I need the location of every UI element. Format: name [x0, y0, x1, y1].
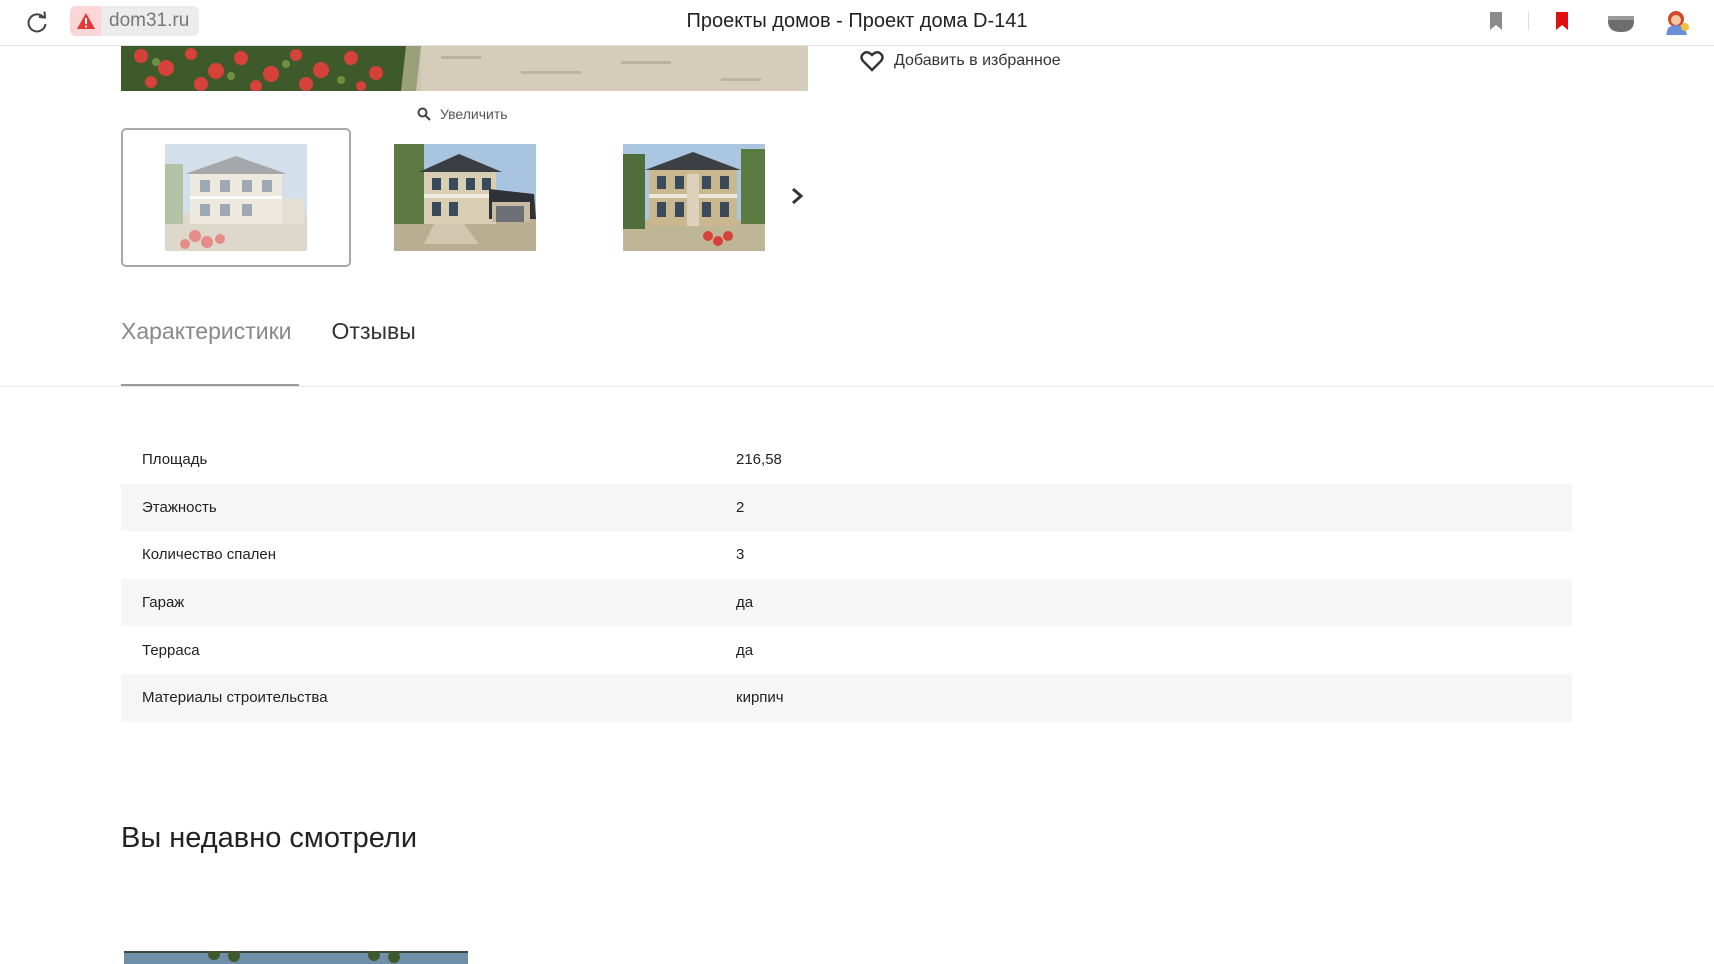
zoom-label: Увеличить [440, 106, 508, 122]
table-row: Количество спален 3 [121, 531, 1572, 579]
tab-characteristics[interactable]: Характеристики [121, 318, 292, 357]
bookmark-red-icon[interactable] [1555, 11, 1569, 36]
recently-viewed-heading: Вы недавно смотрели [121, 822, 418, 854]
bookmark-icon[interactable] [1489, 11, 1503, 36]
extension-icon[interactable] [1607, 15, 1635, 38]
spec-name: Площадь [142, 451, 208, 469]
table-row: Площадь 216,58 [121, 436, 1572, 484]
spec-name: Этажность [142, 498, 217, 516]
table-row: Этажность 2 [121, 483, 1572, 532]
thumbnail-3[interactable] [579, 128, 809, 267]
page-title: Проекты домов - Проект дома D-141 [686, 10, 1028, 32]
spec-value: 3 [736, 546, 745, 564]
spec-name: Количество спален [142, 546, 277, 564]
specs-table: Площадь 216,58 Этажность 2 Количество сп… [121, 436, 1572, 722]
recent-item-image[interactable] [124, 951, 468, 964]
spec-value: 2 [736, 498, 745, 516]
main-product-image[interactable] [121, 46, 808, 91]
spec-value: да [736, 641, 754, 659]
search-icon [417, 107, 431, 121]
spec-name: Материалы строительства [142, 689, 328, 707]
table-row: Гараж да [121, 578, 1572, 627]
avatar-icon[interactable] [1663, 8, 1691, 41]
heart-icon [860, 51, 884, 72]
thumbnail-2[interactable] [350, 128, 580, 267]
spec-value: да [736, 594, 754, 612]
thumbnail-1[interactable] [121, 128, 351, 267]
spec-value: кирпич [736, 689, 784, 707]
spec-name: Гараж [142, 594, 185, 612]
table-row: Терраса да [121, 626, 1572, 674]
add-to-favorites-button[interactable]: Добавить в избранное [860, 50, 1061, 72]
browser-toolbar: dom31.ru Проекты домов - Проект дома D-1… [0, 0, 1714, 46]
table-row: Материалы строительства кирпич [121, 673, 1572, 722]
favorite-label: Добавить в избранное [894, 52, 1061, 69]
tab-reviews[interactable]: Отзывы [332, 318, 416, 357]
zoom-button[interactable]: Увеличить [417, 106, 508, 122]
chevron-right-icon[interactable] [786, 184, 808, 208]
tabs: Характеристики Отзывы [121, 318, 416, 357]
tabs-divider [0, 386, 1714, 387]
toolbar-divider [1528, 12, 1529, 30]
spec-value: 216,58 [736, 451, 782, 469]
spec-name: Терраса [142, 641, 200, 659]
